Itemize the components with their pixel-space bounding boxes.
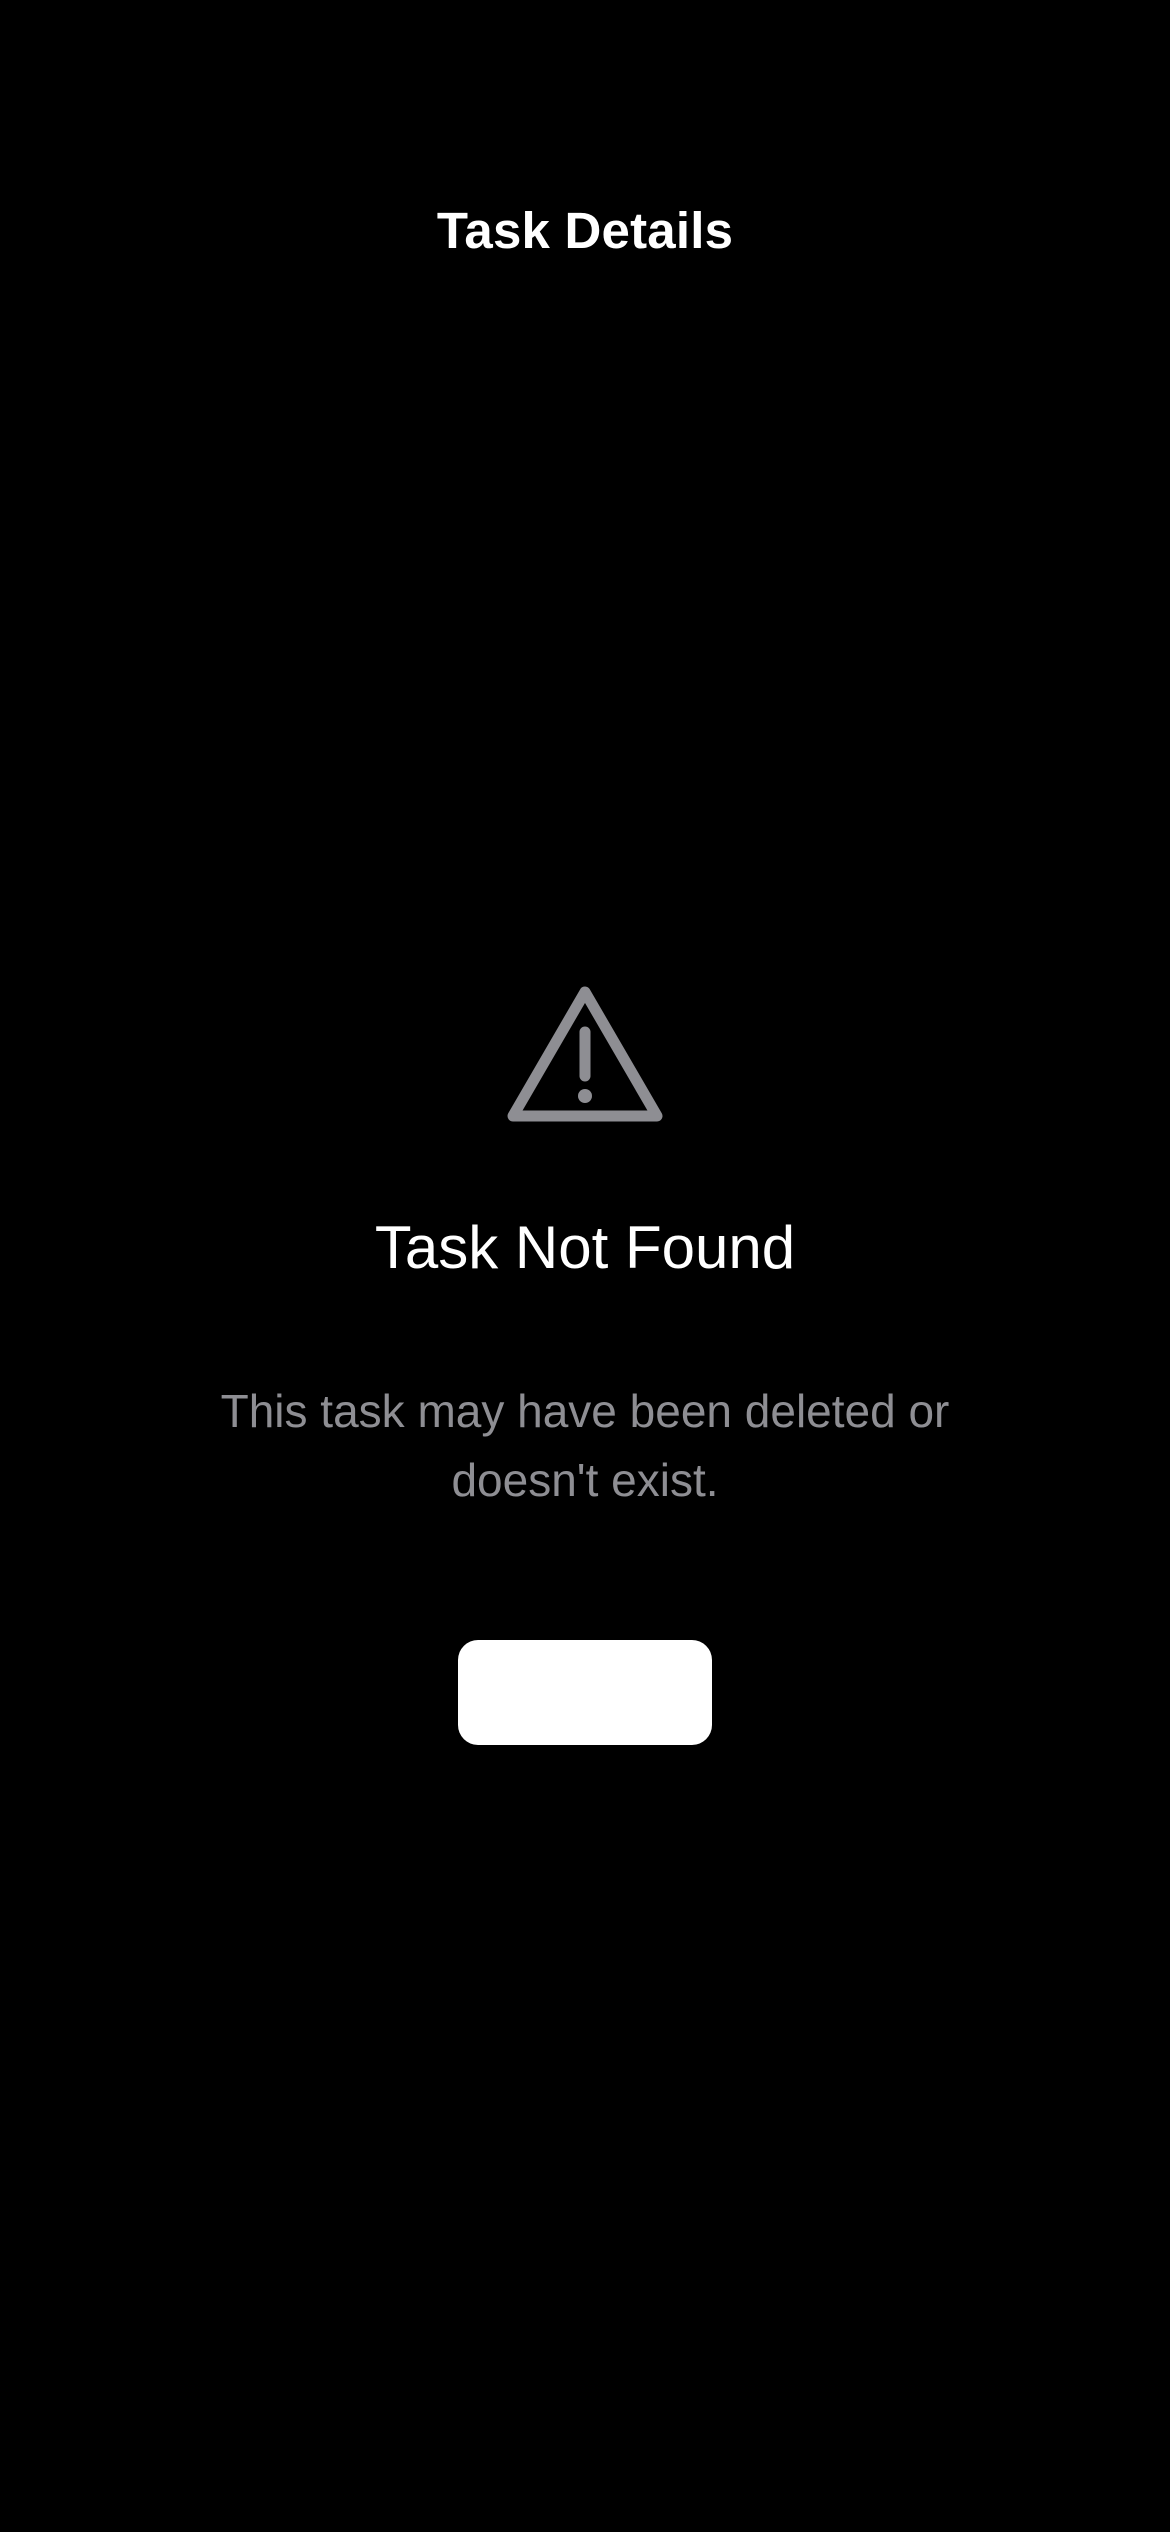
go-back-button[interactable]	[458, 1640, 712, 1745]
page-title: Task Details	[436, 201, 734, 259]
warning-triangle-icon	[507, 986, 663, 1122]
empty-state-title: Task Not Found	[374, 1214, 796, 1281]
task-not-found-state: Task Not Found This task may have been d…	[0, 980, 1170, 1515]
empty-state-message: This task may have been deleted or doesn…	[220, 1385, 950, 1506]
navigation-bar: Task Details	[0, 170, 1170, 290]
task-details-screen: Task Details Task Not Found This task ma…	[0, 0, 1170, 2532]
